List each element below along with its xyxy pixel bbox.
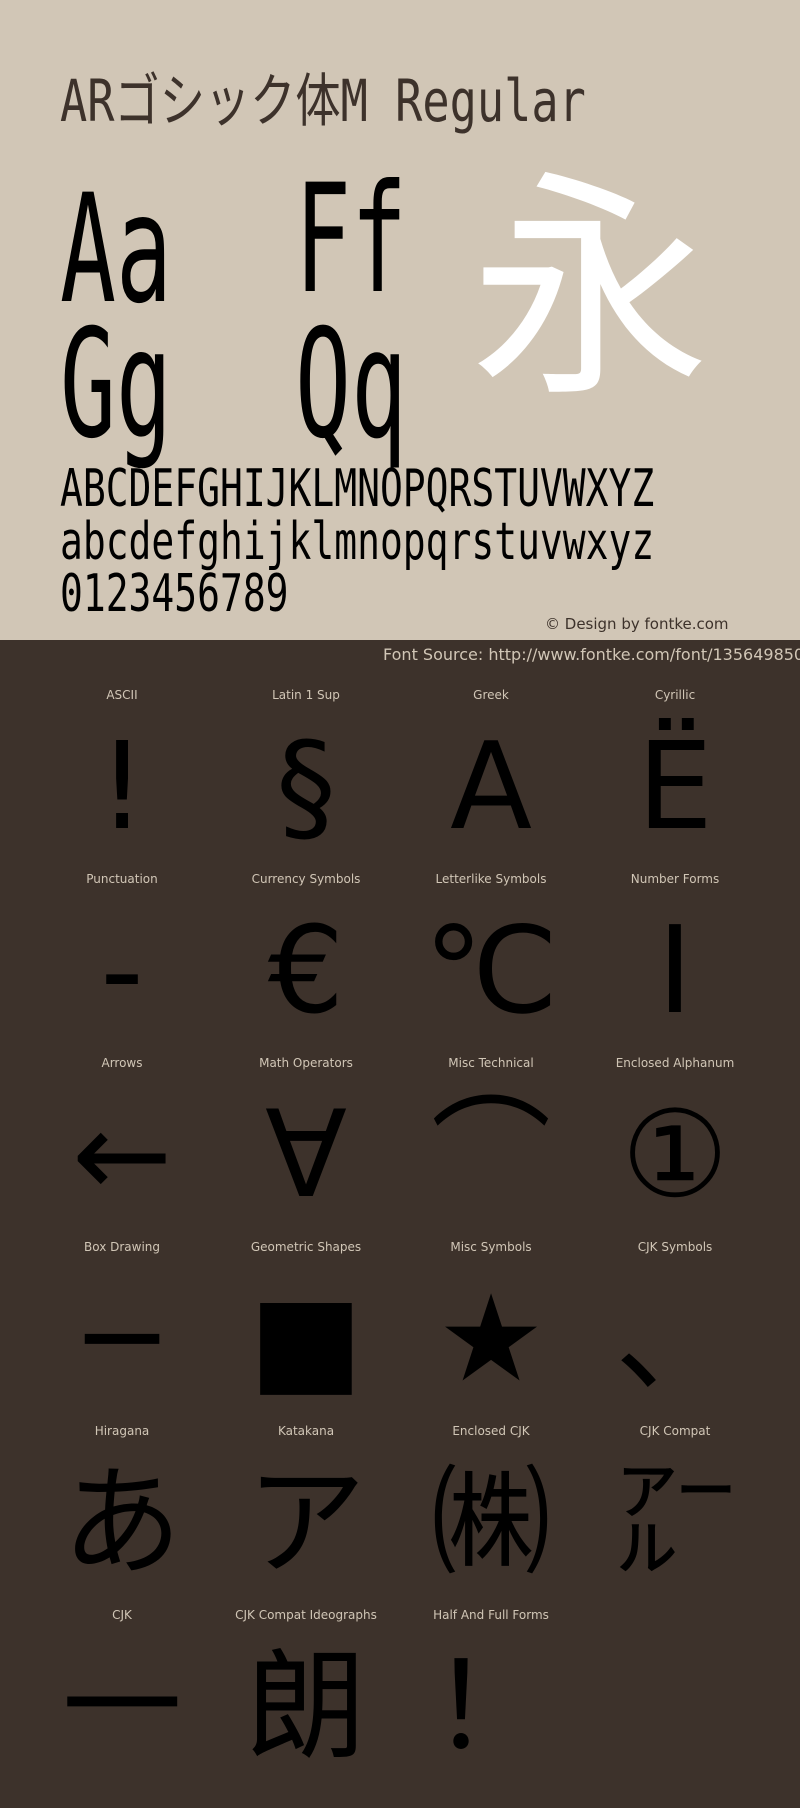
glyph-cell: CJK Compat Ideographs 朗 — [214, 1608, 398, 1792]
glyph-cell: Half And Full Forms ！ — [399, 1608, 583, 1792]
glyph-cell: Misc Technical ⌒ — [399, 1056, 583, 1240]
glyph-sample: ！ — [431, 1638, 551, 1777]
glyph-cell-label: Geometric Shapes — [250, 1240, 362, 1254]
lowercase-alphabet: abcdefghijklmnopqrstuvwxyz — [60, 512, 655, 572]
glyph-cell: Hiragana あ — [30, 1424, 214, 1608]
glyph-sample: ■ — [249, 1270, 363, 1409]
specimen-pair-qq: Qq — [295, 298, 407, 472]
glyph-cell: Arrows ← — [30, 1056, 214, 1240]
glyph-cell: Math Operators ∀ — [214, 1056, 398, 1240]
glyph-cell-label: Letterlike Symbols — [435, 872, 547, 886]
glyph-sample: あ — [62, 1454, 182, 1593]
glyph-sample: ‐ — [100, 902, 144, 1041]
glyph-cell: Cyrillic Ё — [583, 688, 767, 872]
glyph-cell-label: Punctuation — [86, 872, 158, 886]
glyph-cell-label: Half And Full Forms — [433, 1608, 549, 1622]
glyph-sample: ㌃ — [615, 1454, 735, 1593]
uppercase-alphabet: ABCDEFGHIJKLMNOPQRSTUVWXYZ — [60, 459, 655, 519]
glyph-cell-label: Box Drawing — [83, 1240, 161, 1254]
glyph-cell: ASCII! — [30, 688, 214, 872]
glyph-cell-label: Number Forms — [630, 872, 720, 886]
glyph-cell: Misc Symbols ★ — [399, 1240, 583, 1424]
glyph-sample: ! — [97, 718, 147, 857]
glyph-cell-label: Greek — [473, 688, 509, 702]
glyph-sample: 、 — [615, 1270, 735, 1409]
glyph-cell-label: Arrows — [101, 1056, 143, 1070]
font-source-link[interactable]: Font Source: http://www.fontke.com/font/… — [383, 645, 800, 664]
glyph-cell: Box Drawing ─ — [30, 1240, 214, 1424]
glyph-cell: Enclosed CJK ㈱ — [399, 1424, 583, 1608]
glyph-cell: Currency Symbols € — [214, 872, 398, 1056]
glyph-cell-label: Hiragana — [94, 1424, 150, 1438]
glyph-cell-label: Misc Technical — [448, 1056, 534, 1070]
glyph-cell-label: Cyrillic — [654, 688, 696, 702]
glyph-cell-label: Currency Symbols — [251, 872, 361, 886]
specimen-header: ARゴシック体M Regular Aa Ff Gg Qq 永 ABCDEFGHI… — [0, 0, 800, 640]
glyph-sample: ← — [71, 1086, 173, 1225]
specimen-pair-ff: Ff — [295, 153, 407, 327]
glyph-cell-label: Enclosed Alphanum — [615, 1056, 735, 1070]
glyph-cell: CJK Compat ㌃ — [583, 1424, 767, 1608]
glyph-cell: Number Forms Ⅰ — [583, 872, 767, 1056]
glyph-cell-label: CJK — [112, 1608, 132, 1622]
glyph-cell-label: CJK Compat Ideographs — [235, 1608, 377, 1622]
glyph-sample: ア — [246, 1454, 366, 1593]
glyph-sample: 一 — [62, 1638, 182, 1777]
font-title: ARゴシック体M Regular — [60, 67, 586, 135]
glyph-sample: Ⅰ — [657, 902, 693, 1041]
design-credit: © Design by fontke.com — [545, 615, 729, 633]
glyph-sample: 朗 — [246, 1638, 366, 1777]
glyph-sample: ㈱ — [431, 1454, 551, 1593]
glyph-cell-label: Latin 1 Sup — [272, 688, 340, 702]
specimen-pair-gg: Gg — [60, 298, 172, 472]
glyph-cell: CJK Symbols 、 — [583, 1240, 767, 1424]
glyph-cell: Greek Α — [399, 688, 583, 872]
glyph-sample: ─ — [85, 1270, 159, 1409]
glyph-cell-label: Math Operators — [259, 1056, 353, 1070]
eternal-character: 永 — [470, 150, 711, 430]
glyph-cell-label: CJK Symbols — [637, 1240, 713, 1254]
glyph-cell: Latin 1 Sup § — [214, 688, 398, 872]
glyph-sample: ∀ — [264, 1086, 348, 1225]
glyph-cell-label: Katakana — [277, 1424, 335, 1438]
glyph-sample: ⌒ — [431, 1086, 551, 1225]
glyph-sample: § — [276, 718, 336, 857]
glyph-sample: ★ — [437, 1270, 545, 1409]
glyph-cell: Punctuation ‐ — [30, 872, 214, 1056]
digits: 0123456789 — [60, 564, 289, 624]
glyph-cell-label: Enclosed CJK — [452, 1424, 530, 1438]
glyph-cell: Letterlike Symbols ℃ — [399, 872, 583, 1056]
glyph-sample: Ё — [637, 718, 713, 857]
glyph-cell: Geometric Shapes ■ — [214, 1240, 398, 1424]
glyph-sample: € — [267, 902, 345, 1041]
glyph-sample: Α — [449, 718, 533, 857]
glyph-cell: Enclosed Alphanum ① — [583, 1056, 767, 1240]
glyph-cell: Katakana ア — [214, 1424, 398, 1608]
glyph-cell-label: Misc Symbols — [450, 1240, 532, 1254]
glyph-sample: ℃ — [423, 902, 559, 1041]
glyph-cell: CJK 一 — [30, 1608, 214, 1792]
glyph-cell-label: ASCII — [106, 688, 138, 702]
glyph-cell-label: CJK Compat — [639, 1424, 711, 1438]
glyph-sample: ① — [621, 1086, 729, 1225]
